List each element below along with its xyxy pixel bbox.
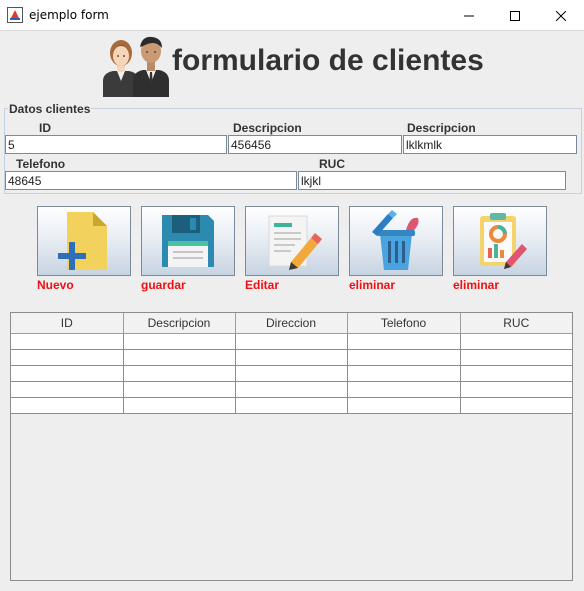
table-cell[interactable] (11, 397, 124, 414)
editar-button[interactable] (245, 206, 339, 276)
guardar-label: guardar (141, 278, 186, 292)
table-cell[interactable] (460, 349, 572, 366)
table-cell[interactable] (347, 381, 461, 398)
column-header-descripcion[interactable]: Descripcion (123, 313, 236, 334)
table-header-row: ID Descripcion Direccion Telefono RUC (11, 313, 572, 334)
table-cell[interactable] (347, 333, 461, 350)
window-title: ejemplo form (29, 8, 109, 22)
eliminar-label: eliminar (349, 278, 396, 292)
clipboard-chart-icon (480, 213, 527, 269)
people-icon (103, 36, 169, 97)
column-header-ruc[interactable]: RUC (460, 313, 572, 334)
table-cell[interactable] (235, 397, 348, 414)
table-cell[interactable] (123, 333, 236, 350)
table-cell[interactable] (11, 333, 124, 350)
save-floppy-icon (162, 215, 214, 267)
close-icon (556, 10, 566, 21)
id-label: ID (39, 121, 51, 135)
trash-bin-icon (372, 210, 419, 270)
telefono-label: Telefono (16, 157, 66, 171)
descripcion-field[interactable]: 456456 (228, 135, 402, 154)
table-cell[interactable] (460, 365, 572, 382)
ruc-field[interactable]: lkjkl (298, 171, 566, 190)
page-title: formulario de clientes (172, 44, 484, 77)
editar-label: Editar (245, 278, 280, 292)
table-row[interactable] (11, 397, 572, 414)
column-header-id[interactable]: ID (11, 313, 124, 334)
table-cell[interactable] (235, 333, 348, 350)
table-cell[interactable] (11, 349, 124, 366)
nuevo-label: Nuevo (37, 278, 74, 292)
window-titlebar: ejemplo form (0, 0, 584, 31)
table-cell[interactable] (460, 381, 572, 398)
table-cell[interactable] (235, 349, 348, 366)
nuevo-button[interactable] (37, 206, 131, 276)
table-cell[interactable] (11, 381, 124, 398)
eliminar-label-2: eliminar (453, 278, 500, 292)
table-row[interactable] (11, 333, 572, 350)
telefono-field[interactable]: 48645 (5, 171, 297, 190)
minimize-button[interactable] (446, 0, 492, 31)
table-cell[interactable] (123, 365, 236, 382)
table-cell[interactable] (347, 349, 461, 366)
table-cell[interactable] (123, 397, 236, 414)
descripcion-label-2: Descripcion (407, 121, 476, 135)
table-cell[interactable] (347, 365, 461, 382)
table-row[interactable] (11, 349, 572, 366)
table-row[interactable] (11, 365, 572, 382)
maximize-icon (510, 10, 520, 21)
table-cell[interactable] (460, 333, 572, 350)
table-cell[interactable] (460, 397, 572, 414)
id-field[interactable]: 5 (5, 135, 227, 154)
eliminar-button[interactable] (349, 206, 443, 276)
table-row[interactable] (11, 381, 572, 398)
guardar-button[interactable] (141, 206, 235, 276)
clients-table-grid: ID Descripcion Direccion Telefono RUC (11, 313, 572, 414)
panel-legend: Datos clientes (8, 102, 92, 116)
new-document-icon (58, 212, 107, 270)
java-app-icon (7, 7, 23, 23)
table-cell[interactable] (11, 365, 124, 382)
close-button[interactable] (538, 0, 584, 31)
column-header-direccion[interactable]: Direccion (235, 313, 348, 334)
table-cell[interactable] (123, 349, 236, 366)
maximize-button[interactable] (492, 0, 538, 31)
edit-document-icon (268, 215, 322, 270)
table-cell[interactable] (123, 381, 236, 398)
column-header-telefono[interactable]: Telefono (347, 313, 461, 334)
eliminar-button-2[interactable] (453, 206, 547, 276)
ruc-label: RUC (319, 157, 345, 171)
descripcion-label: Descripcion (233, 121, 302, 135)
descripcion-field-2[interactable]: lklkmlk (403, 135, 577, 154)
clients-table[interactable]: ID Descripcion Direccion Telefono RUC (10, 312, 573, 581)
table-cell[interactable] (235, 365, 348, 382)
table-cell[interactable] (347, 397, 461, 414)
minimize-icon (464, 15, 474, 16)
table-cell[interactable] (235, 381, 348, 398)
